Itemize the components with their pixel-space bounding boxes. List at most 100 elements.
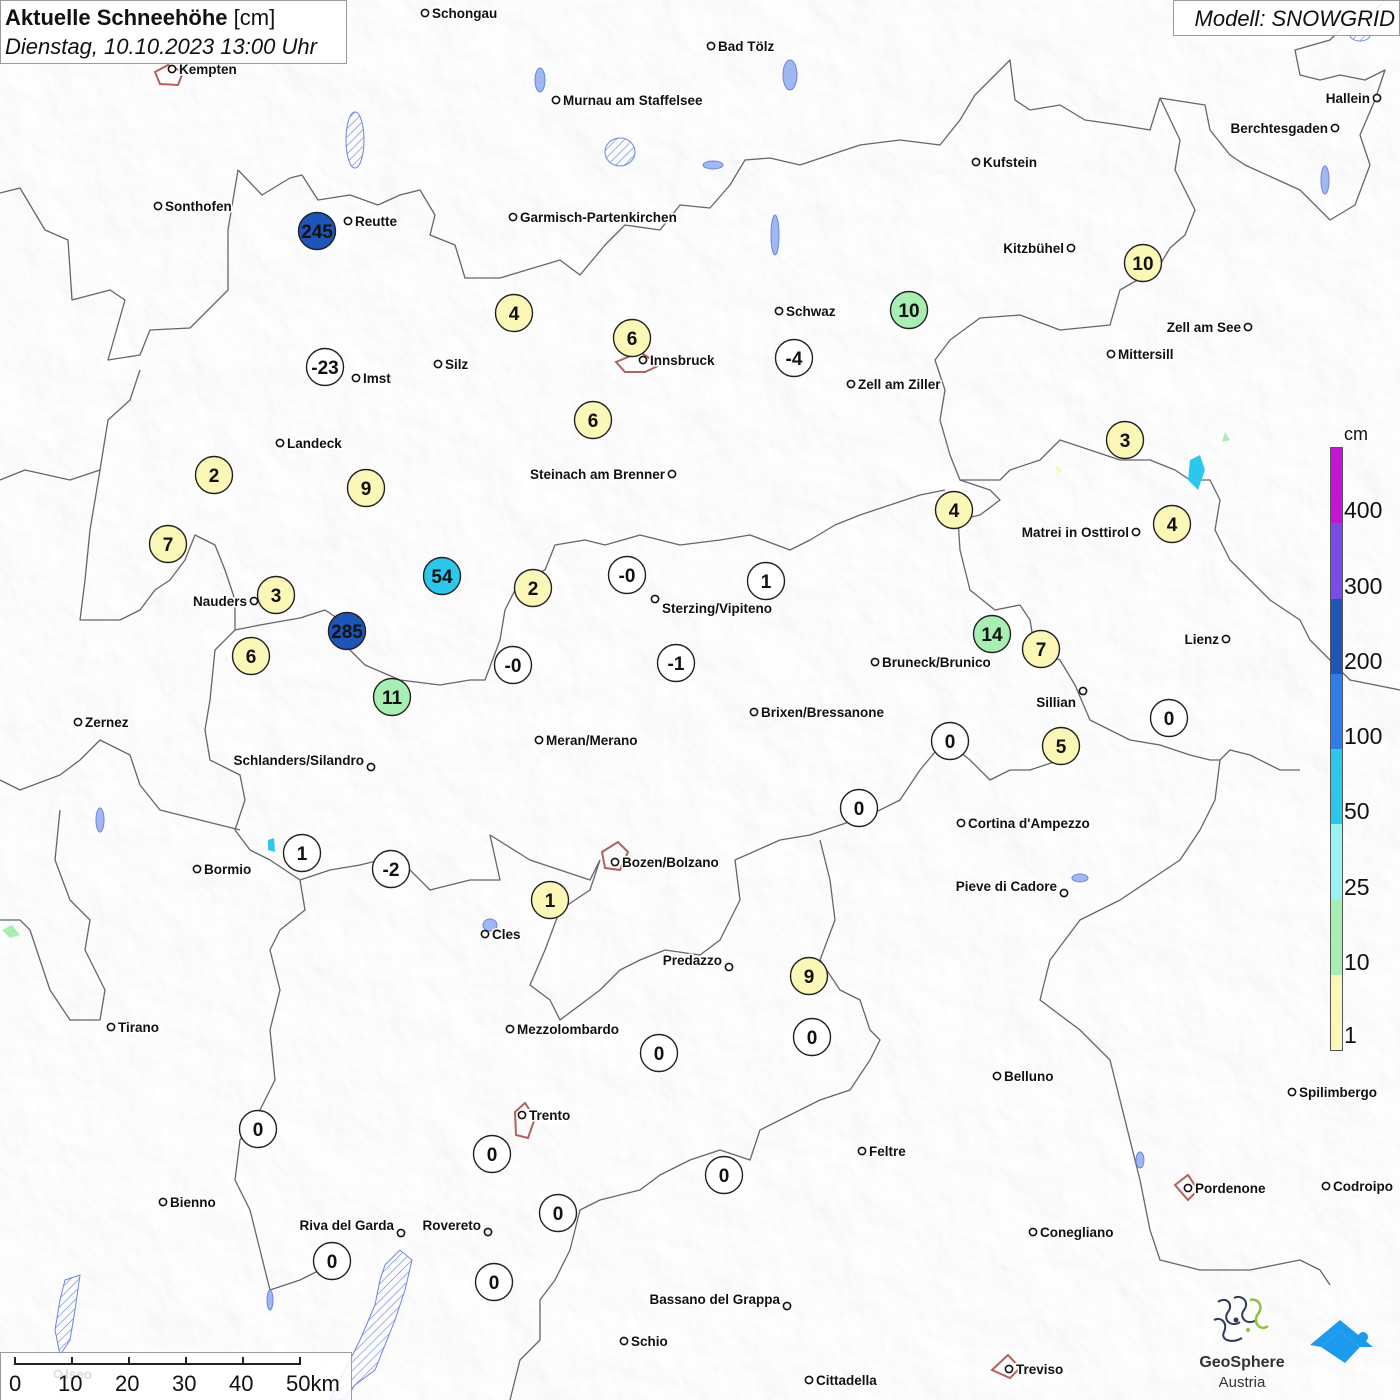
- scale-tick: [71, 1357, 73, 1365]
- station-value-marker[interactable]: 11: [372, 677, 412, 717]
- station-value-marker[interactable]: 9: [789, 956, 829, 996]
- town-label: Steinach am Brenner: [530, 467, 666, 482]
- town-label: Bad Tölz: [718, 39, 774, 54]
- station-value-marker[interactable]: 0: [474, 1262, 514, 1302]
- town-dot: [667, 469, 677, 479]
- town-dot: [420, 8, 430, 18]
- town-marker: Bozen/Bolzano: [610, 854, 720, 872]
- station-value-marker[interactable]: 0: [472, 1134, 512, 1174]
- town-label: Belluno: [1004, 1069, 1054, 1084]
- station-value-marker[interactable]: 3: [256, 575, 296, 615]
- town-dot: [480, 929, 490, 939]
- town-label: Pordenone: [1195, 1181, 1266, 1196]
- station-value-marker[interactable]: 6: [612, 318, 652, 358]
- station-value-marker[interactable]: 2: [513, 568, 553, 608]
- station-value-marker[interactable]: 10: [1123, 243, 1163, 283]
- station-value-label: 0: [1164, 709, 1175, 730]
- station-value-marker[interactable]: 0: [1149, 698, 1189, 738]
- station-value-label: 1: [297, 844, 308, 865]
- town-marker: Bassano del Grappa: [648, 1291, 792, 1311]
- town-dot: [153, 201, 163, 211]
- station-value-marker[interactable]: 1: [530, 880, 570, 920]
- station-value-marker[interactable]: 14: [972, 614, 1012, 654]
- town-dot: [857, 1146, 867, 1156]
- station-value-marker[interactable]: 0: [639, 1033, 679, 1073]
- station-value-marker[interactable]: 0: [839, 788, 879, 828]
- station-value-marker[interactable]: -23: [305, 347, 345, 387]
- town-marker: Kufstein: [971, 154, 1039, 172]
- station-value-marker[interactable]: -2: [371, 849, 411, 889]
- town-dot: [1287, 1087, 1297, 1097]
- station-value-marker[interactable]: 3: [1105, 420, 1145, 460]
- town-dot: [517, 1110, 527, 1120]
- station-value-marker[interactable]: 0: [792, 1017, 832, 1057]
- station-value-marker[interactable]: 4: [494, 293, 534, 333]
- map-datetime: Dienstag, 10.10.2023 13:00 Uhr: [5, 34, 317, 59]
- station-value-label: -0: [619, 566, 636, 587]
- town-marker: Matrei in Osttirol: [1020, 524, 1141, 542]
- station-value-marker[interactable]: 10: [889, 290, 929, 330]
- station-value-label: 1: [545, 891, 556, 912]
- station-value-marker[interactable]: 0: [930, 721, 970, 761]
- station-value-label: 2: [528, 579, 539, 600]
- station-value-marker[interactable]: 0: [704, 1155, 744, 1195]
- town-marker: Steinach am Brenner: [528, 466, 677, 484]
- station-value-marker[interactable]: -1: [656, 643, 696, 683]
- station-value-marker[interactable]: 7: [148, 524, 188, 564]
- map-title-unit: [cm]: [233, 5, 276, 30]
- town-dot: [846, 379, 856, 389]
- station-value-marker[interactable]: 0: [312, 1241, 352, 1281]
- town-dot: [1066, 243, 1076, 253]
- town-marker: Pordenone: [1183, 1180, 1267, 1198]
- town-marker: Kitzbühel: [1002, 240, 1076, 258]
- station-value-marker[interactable]: 5: [1041, 726, 1081, 766]
- station-value-marker[interactable]: 1: [282, 833, 322, 873]
- station-value-label: 0: [489, 1273, 500, 1294]
- town-label: Conegliano: [1040, 1225, 1114, 1240]
- station-value-label: 0: [719, 1166, 730, 1187]
- town-dot: [1078, 686, 1088, 696]
- station-value-label: 1: [761, 572, 772, 593]
- station-value-marker[interactable]: -4: [774, 338, 814, 378]
- town-label: Nauders: [193, 594, 247, 609]
- station-value-marker[interactable]: 0: [238, 1109, 278, 1149]
- scale-tick: [14, 1357, 16, 1365]
- station-value-marker[interactable]: 6: [573, 400, 613, 440]
- logo-line-1: GeoSphere: [1199, 1354, 1285, 1371]
- legend-label: 100: [1344, 723, 1383, 749]
- station-value-marker[interactable]: -0: [607, 555, 647, 595]
- station-value-marker[interactable]: 0: [538, 1193, 578, 1233]
- station-value-marker[interactable]: 6: [231, 636, 271, 676]
- legend-label: 300: [1344, 572, 1383, 599]
- scale-tick: [128, 1357, 130, 1365]
- town-marker: Zell am See: [1165, 319, 1253, 337]
- station-value-marker[interactable]: 4: [1152, 504, 1192, 544]
- town-dot: [638, 355, 648, 365]
- station-value-marker[interactable]: 9: [346, 468, 386, 508]
- station-value-marker[interactable]: 285: [327, 611, 367, 651]
- station-value-marker[interactable]: 7: [1021, 629, 1061, 669]
- map-canvas[interactable]: Schongau Bad Tölz Kempten Hallein Murnau am …: [0, 0, 1400, 1400]
- town-dot: [343, 216, 353, 226]
- station-value-marker[interactable]: -0: [493, 645, 533, 685]
- legend-swatch: [1331, 598, 1342, 674]
- town-dot: [749, 707, 759, 717]
- town-dot: [508, 212, 518, 222]
- legend-label: 400: [1344, 497, 1383, 524]
- station-value-marker[interactable]: 245: [297, 211, 337, 251]
- model-label: Modell: SNOWGRID: [1194, 6, 1395, 31]
- station-value-label: -2: [383, 860, 400, 881]
- station-value-marker[interactable]: 1: [746, 561, 786, 601]
- town-label: Cles: [492, 927, 521, 942]
- station-value-marker[interactable]: 2: [194, 455, 234, 495]
- town-marker: Spilimbergo: [1287, 1084, 1379, 1102]
- town-label: Cortina d'Ampezzo: [968, 816, 1090, 831]
- color-legend-bar: [1330, 447, 1343, 1051]
- town-label: Mittersill: [1118, 347, 1174, 362]
- station-value-marker[interactable]: 54: [422, 556, 462, 596]
- station-value-label: -1: [668, 654, 685, 675]
- logo-line-2: Austria: [1218, 1374, 1266, 1391]
- town-marker: Bad Tölz: [706, 38, 776, 56]
- town-dot: [1372, 93, 1382, 103]
- station-value-marker[interactable]: 4: [934, 490, 974, 530]
